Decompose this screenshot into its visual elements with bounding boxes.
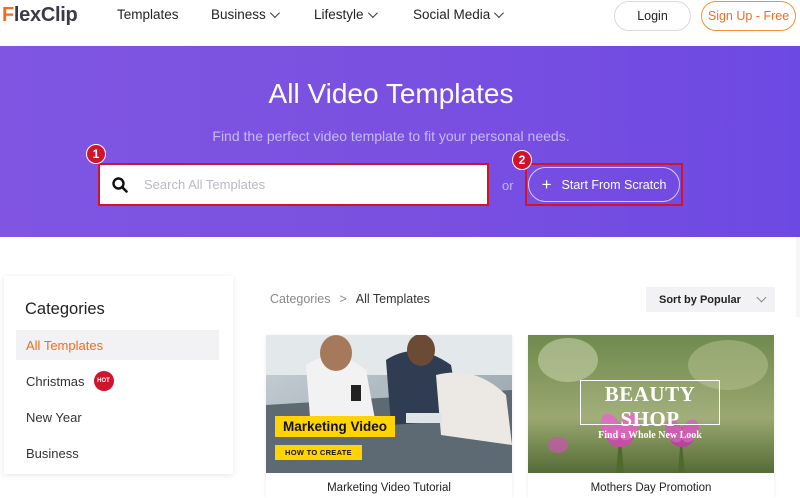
chevron-down-icon — [269, 8, 280, 19]
nav-social-media-label: Social Media — [413, 7, 491, 22]
start-from-scratch-button[interactable]: + Start From Scratch — [528, 167, 680, 202]
category-label: Christmas — [26, 373, 85, 389]
category-item-business[interactable]: Business — [16, 438, 219, 468]
step-badge-2: 2 — [512, 150, 532, 170]
categories-panel: Categories All Templates Christmas HOT N… — [4, 276, 233, 474]
category-label: New Year — [26, 409, 82, 425]
thumbnail-title-frame: BEAUTY SHOP Find a Whole New Look — [580, 380, 720, 441]
chevron-down-icon — [367, 8, 378, 19]
template-name[interactable]: Marketing Video Tutorial — [266, 482, 512, 494]
category-label: Business — [26, 445, 79, 461]
nav-lifestyle-label: Lifestyle — [314, 7, 364, 22]
template-card-mothers-day[interactable]: BEAUTY SHOP Find a Whole New Look Mother… — [528, 335, 774, 498]
chevron-down-icon — [494, 8, 505, 19]
hot-badge: HOT — [93, 371, 114, 391]
page-scroll-edge — [796, 237, 800, 317]
thumbnail-subtitle: Find a Whole New Look — [598, 430, 702, 441]
logo-letter-f: F — [2, 3, 14, 26]
hero-banner: All Video Templates Find the perfect vid… — [0, 46, 800, 237]
signup-button[interactable]: Sign Up - Free — [701, 1, 796, 31]
or-separator: or — [502, 178, 514, 193]
nav-business[interactable]: Business — [211, 7, 280, 22]
logo-wordmark: lexClip — [13, 3, 78, 26]
template-name[interactable]: Mothers Day Promotion — [528, 482, 774, 494]
flexclip-logo[interactable]: FlexClip — [2, 3, 78, 26]
login-button[interactable]: Login — [614, 1, 691, 31]
sort-dropdown[interactable]: Sort by Popular — [646, 287, 775, 312]
breadcrumb: Categories > All Templates — [270, 292, 430, 306]
nav-templates[interactable]: Templates — [117, 7, 179, 22]
template-thumbnail[interactable]: Marketing Video HOW TO CREATE — [266, 335, 512, 473]
sort-label: Sort by Popular — [659, 293, 741, 306]
category-item-new-year[interactable]: New Year — [16, 402, 219, 432]
chevron-down-icon — [756, 292, 767, 303]
step-badge-1: 1 — [86, 144, 106, 164]
search-input[interactable] — [144, 177, 464, 192]
template-card-marketing[interactable]: Marketing Video HOW TO CREATE Marketing … — [266, 335, 512, 498]
nav-lifestyle[interactable]: Lifestyle — [314, 7, 378, 22]
page-subtitle: Find the perfect video template to fit y… — [212, 128, 570, 144]
thumbnail-subtitle: HOW TO CREATE — [275, 445, 362, 460]
start-from-scratch-label: Start From Scratch — [561, 177, 667, 192]
category-item-all-templates[interactable]: All Templates — [16, 330, 219, 360]
breadcrumb-separator: > — [339, 292, 347, 306]
nav-business-label: Business — [211, 7, 266, 22]
category-label: All Templates — [26, 337, 104, 353]
template-thumbnail[interactable]: BEAUTY SHOP Find a Whole New Look — [528, 335, 774, 473]
top-navigation: FlexClip Templates Business Lifestyle So… — [0, 0, 800, 46]
nav-social-media[interactable]: Social Media — [413, 7, 505, 22]
categories-title: Categories — [25, 300, 105, 318]
breadcrumb-current: All Templates — [355, 292, 430, 306]
thumbnail-title: Marketing Video — [275, 416, 396, 437]
thumbnail-title: BEAUTY SHOP — [604, 382, 696, 431]
search-box[interactable] — [98, 163, 489, 206]
nav-templates-label: Templates — [117, 7, 179, 22]
search-icon — [111, 176, 129, 194]
category-item-christmas[interactable]: Christmas HOT — [16, 366, 219, 396]
breadcrumb-root[interactable]: Categories — [270, 292, 330, 306]
plus-icon: + — [541, 175, 552, 194]
page-title: All Video Templates — [268, 78, 514, 109]
